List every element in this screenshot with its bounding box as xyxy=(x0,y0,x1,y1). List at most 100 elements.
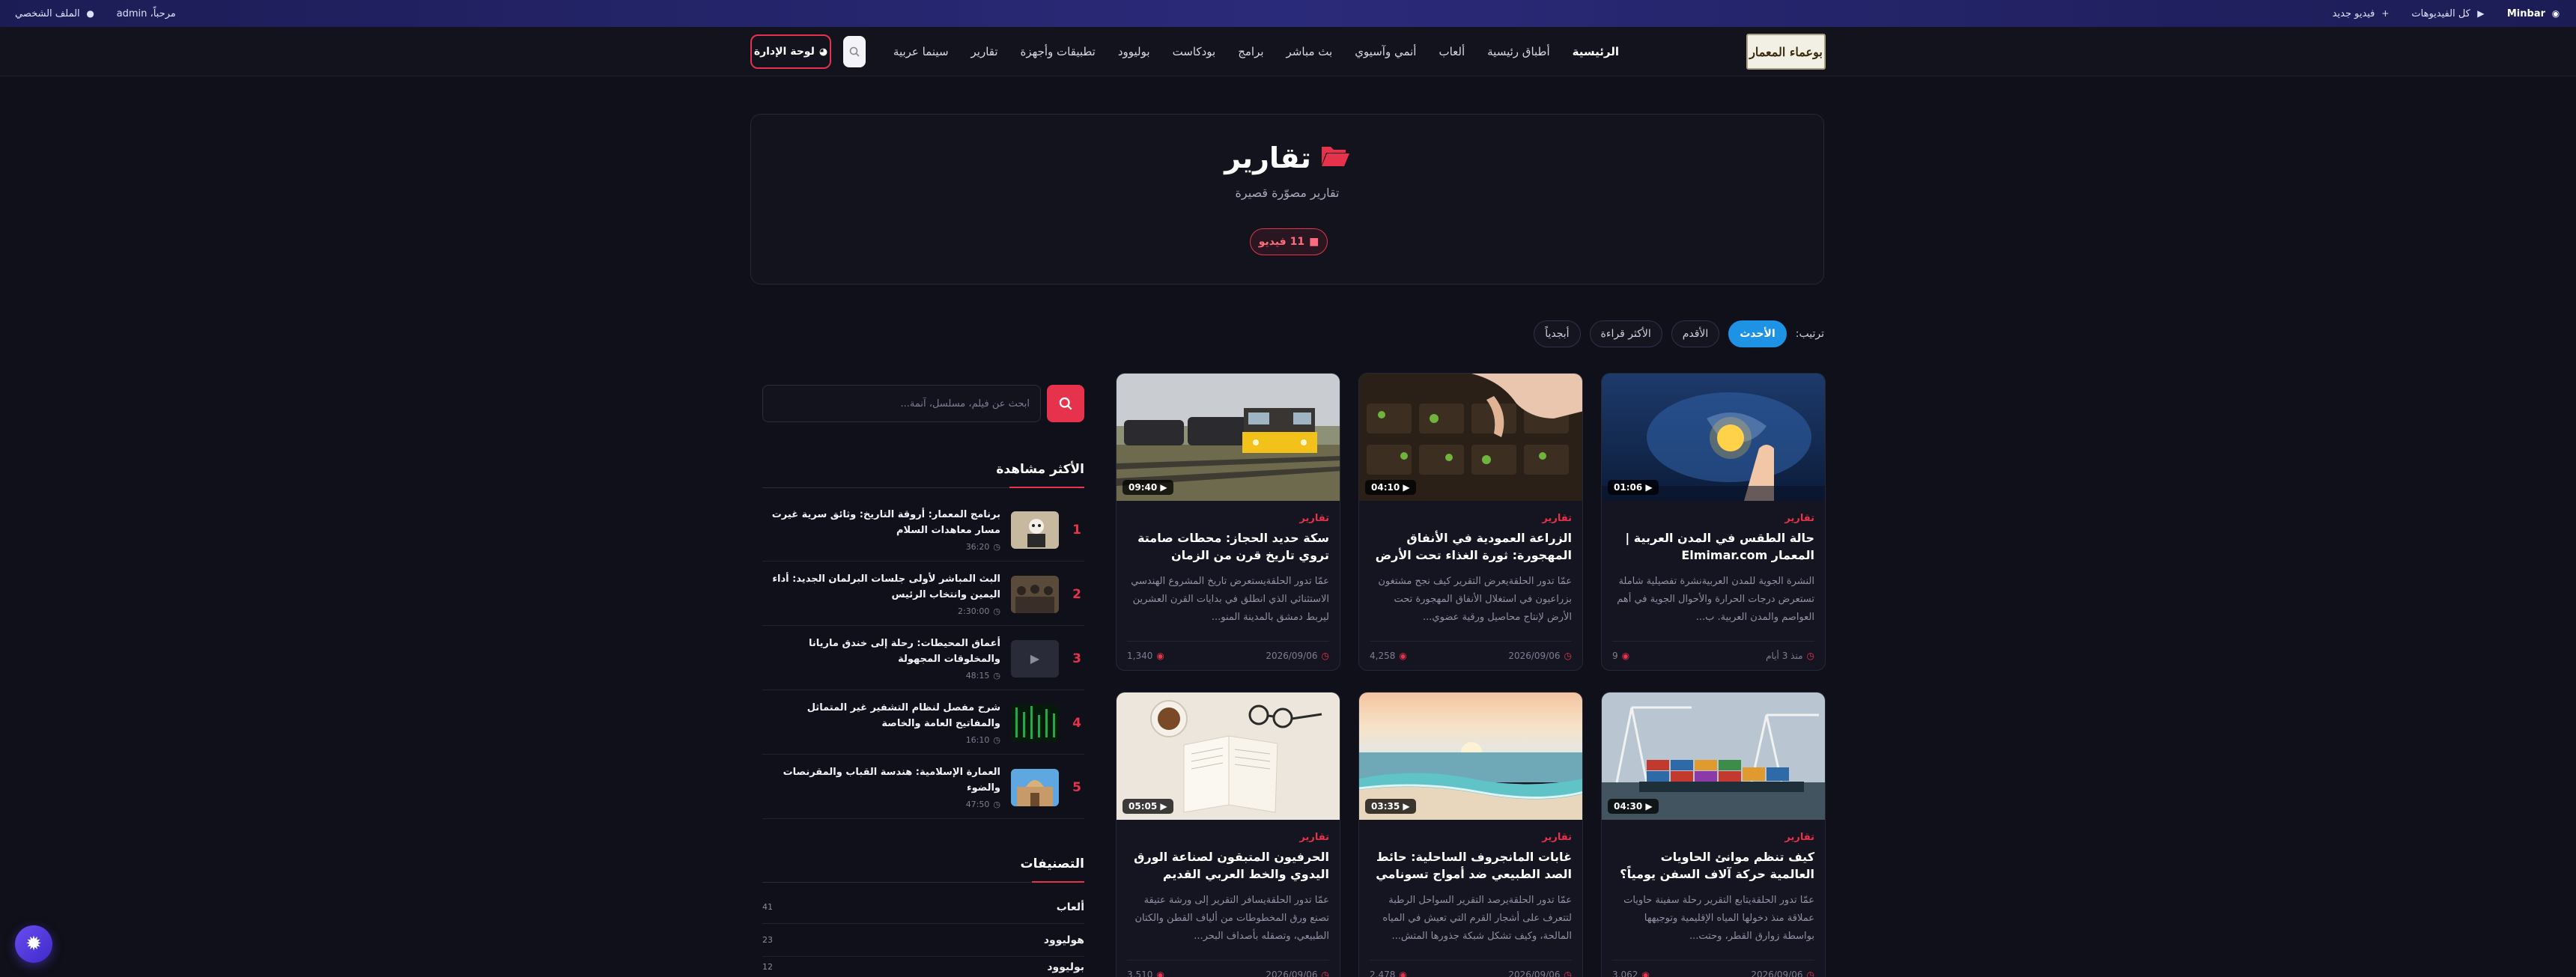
sort-most-read-button[interactable]: الأكثر قراءة xyxy=(1589,320,1662,347)
popular-title[interactable]: العمارة الإسلامية: هندسة القباب والمقرنص… xyxy=(762,765,1000,797)
popular-thumbnail[interactable] xyxy=(1011,704,1059,742)
nav-item-anime[interactable]: أنمي وآسيوي xyxy=(1355,45,1416,58)
popular-title[interactable]: شرح مفصل لنظام التشفير غير المتماثل والم… xyxy=(762,701,1000,732)
sort-newest-button[interactable]: الأحدث xyxy=(1728,320,1787,347)
clock-icon: ◷ xyxy=(1806,970,1814,977)
page-subtitle: تقارير مصوّرة قصيرة xyxy=(1235,186,1340,200)
popular-title[interactable]: أعماق المحيطات: رحلة إلى خندق ماريانا وا… xyxy=(762,636,1000,668)
video-icon: ■ xyxy=(1309,236,1319,248)
popular-item[interactable]: 5 العمارة الإسلامية: هندسة القباب والمقر… xyxy=(762,756,1084,819)
card-title[interactable]: سكة حديد الحجاز: محطات صامتة تروي تاريخ … xyxy=(1127,529,1329,564)
video-thumbnail[interactable]: ▶ 01:06 xyxy=(1602,374,1825,501)
nav-item-arab-cinema[interactable]: سينما عربية xyxy=(893,45,949,58)
sort-oldest-button[interactable]: الأقدم xyxy=(1671,320,1720,347)
video-thumbnail[interactable]: ▶ 03:35 xyxy=(1359,693,1582,820)
profile-link[interactable]: ● الملف الشخصي xyxy=(15,8,96,19)
nav-item-reports[interactable]: تقارير xyxy=(971,45,998,58)
category-name[interactable]: بوليوود xyxy=(1047,961,1084,973)
main-nav: الرئيسية أطباق رئيسية ألعاب أنمي وآسيوي … xyxy=(893,27,1619,76)
card-title[interactable]: الزراعة العمودية في الأنفاق المهجورة: ثو… xyxy=(1370,529,1572,564)
card-title[interactable]: الحرفيون المتبقون لصناعة الورق اليدوي وا… xyxy=(1127,848,1329,883)
video-card[interactable]: ▶ 05:05 تقارير الحرفيون المتبقون لصناعة … xyxy=(1116,692,1340,977)
card-category[interactable]: تقارير xyxy=(1784,513,1814,524)
popular-title[interactable]: برنامج المعمار: أروقة التاريخ: وثائق سري… xyxy=(762,508,1000,539)
duration-badge: ▶ 05:05 xyxy=(1123,799,1173,814)
popular-rank: 4 xyxy=(1072,715,1081,731)
nav-item-programs[interactable]: برامج xyxy=(1238,45,1263,58)
popular-text: العمارة الإسلامية: هندسة القباب والمقرنص… xyxy=(762,765,1000,809)
card-category[interactable]: تقارير xyxy=(1299,513,1329,524)
category-name[interactable]: هوليوود xyxy=(1044,934,1084,946)
video-thumbnail[interactable]: ▶ 05:05 xyxy=(1117,693,1340,820)
popular-duration: ◷ 48:15 xyxy=(965,670,1000,681)
new-video-link[interactable]: + فيديو جديد xyxy=(2333,8,2391,19)
popular-item[interactable]: 4 شرح مفصل لنظام التشفير غير المتماثل وا… xyxy=(762,692,1084,755)
duration-badge: ▶ 09:40 xyxy=(1123,480,1173,495)
nav-item-bollywood[interactable]: بوليوود xyxy=(1118,45,1150,58)
card-excerpt: عمّا تدور الحلقةيعرض التقرير كيف نجح مشت… xyxy=(1378,576,1572,624)
category-item[interactable]: ألعاب 41 xyxy=(762,891,1084,924)
popular-title[interactable]: البث المباشر لأولى جلسات البرلمان الجديد… xyxy=(762,572,1000,603)
wordpress-icon: ◉ xyxy=(2551,8,2560,19)
category-item[interactable]: هوليوود 23 xyxy=(762,924,1084,957)
video-card[interactable]: ▶ 04:10 تقارير الزراعة العمودية في الأنف… xyxy=(1358,373,1583,671)
admin-bar-brand[interactable]: ◉ Minbar xyxy=(2507,8,2561,19)
category-count: 41 xyxy=(762,902,773,912)
card-category[interactable]: تقارير xyxy=(1542,832,1572,843)
popular-item[interactable]: 3 ▶ أعماق المحيطات: رحلة إلى خندق ماريان… xyxy=(762,627,1084,690)
popular-item[interactable]: 2 البث المباشر لأولى جلسات البرلمان الجد… xyxy=(762,563,1084,626)
site-logo[interactable]: بوعماء المعمار xyxy=(1746,34,1826,70)
dashboard-icon: ◕ xyxy=(818,46,828,58)
card-title[interactable]: غابات المانجروف الساحلية: حائط الصد الطب… xyxy=(1370,848,1572,883)
sort-alphabetical-button[interactable]: أبجدياً xyxy=(1534,320,1581,347)
nav-item-podcast[interactable]: بودكاست xyxy=(1173,45,1216,58)
popular-thumbnail[interactable] xyxy=(1011,768,1059,806)
greeting-link[interactable]: مرحباً، admin xyxy=(117,8,176,19)
folder-open-icon xyxy=(1320,141,1350,174)
nav-item-games[interactable]: ألعاب xyxy=(1439,45,1465,58)
category-count: 12 xyxy=(762,962,773,972)
nav-item-live[interactable]: بث مباشر xyxy=(1287,45,1333,58)
category-name[interactable]: ألعاب xyxy=(1057,901,1084,913)
card-date: ◷ 2026/09/06 xyxy=(1266,970,1329,977)
nav-item-apps[interactable]: تطبيقات وأجهزة xyxy=(1021,45,1096,58)
popular-thumbnail[interactable] xyxy=(1011,511,1059,549)
video-thumbnail[interactable]: ▶ 04:10 xyxy=(1359,374,1582,501)
gear-icon: ✹ xyxy=(25,933,42,955)
duration-badge: ▶ 04:30 xyxy=(1608,799,1659,814)
sidebar-search-input[interactable]: ابحث عن فيلم، مسلسل، آنمة... xyxy=(762,385,1041,422)
popular-thumbnail[interactable] xyxy=(1011,575,1059,613)
nav-item-home[interactable]: الرئيسية xyxy=(1573,45,1619,58)
card-title[interactable]: حالة الطقس في المدن العربية | المعمار El… xyxy=(1612,529,1814,564)
play-icon: ▶ xyxy=(2477,8,2485,19)
clock-icon: ◷ xyxy=(1806,651,1814,661)
sidebar-search-button[interactable] xyxy=(1047,385,1084,422)
category-item[interactable]: بوليوود 12 xyxy=(762,957,1084,977)
card-views: ◉ 3,510 xyxy=(1127,970,1164,977)
all-videos-link[interactable]: ▶ كل الفيديوهات xyxy=(2411,8,2485,19)
popular-text: شرح مفصل لنظام التشفير غير المتماثل والم… xyxy=(762,701,1000,745)
card-category[interactable]: تقارير xyxy=(1299,832,1329,843)
video-card[interactable]: ▶ 03:35 تقارير غابات المانجروف الساحلية:… xyxy=(1358,692,1583,977)
card-views: ◉ 4,258 xyxy=(1370,651,1407,661)
video-card[interactable]: ▶ 01:06 تقارير حالة الطقس في المدن العرب… xyxy=(1601,373,1826,671)
video-card[interactable]: ▶ 09:40 تقارير سكة حديد الحجاز: محطات صا… xyxy=(1116,373,1340,671)
card-meta: ◷ 2026/09/06 ◉ 2,478 xyxy=(1370,960,1572,977)
eye-icon: ◉ xyxy=(1399,970,1407,977)
popular-item[interactable]: 1 برنامج المعمار: أروقة التاريخ: وثائق س… xyxy=(762,499,1084,561)
admin-panel-button[interactable]: ◕ لوحة الإدارة xyxy=(750,34,831,69)
card-category[interactable]: تقارير xyxy=(1542,513,1572,524)
settings-fab[interactable]: ✹ xyxy=(15,925,52,963)
card-excerpt: عمّا تدور الحلقةيستعرض تاريخ المشروع اله… xyxy=(1131,576,1329,624)
card-category[interactable]: تقارير xyxy=(1784,832,1814,843)
video-thumbnail[interactable]: ▶ 04:30 xyxy=(1602,693,1825,820)
header-search-button[interactable] xyxy=(843,36,866,67)
video-card[interactable]: ▶ 04:30 تقارير كيف تنظم موانئ الحاويات ا… xyxy=(1601,692,1826,977)
clock-icon: ◷ xyxy=(993,734,1000,745)
category-count: 23 xyxy=(762,935,773,945)
card-title[interactable]: كيف تنظم موانئ الحاويات العالمية حركة آل… xyxy=(1612,848,1814,883)
nav-item-main-dishes[interactable]: أطباق رئيسية xyxy=(1487,45,1550,58)
popular-thumbnail[interactable]: ▶ xyxy=(1011,639,1059,678)
video-thumbnail[interactable]: ▶ 09:40 xyxy=(1117,374,1340,501)
clock-icon: ◷ xyxy=(1321,970,1329,977)
